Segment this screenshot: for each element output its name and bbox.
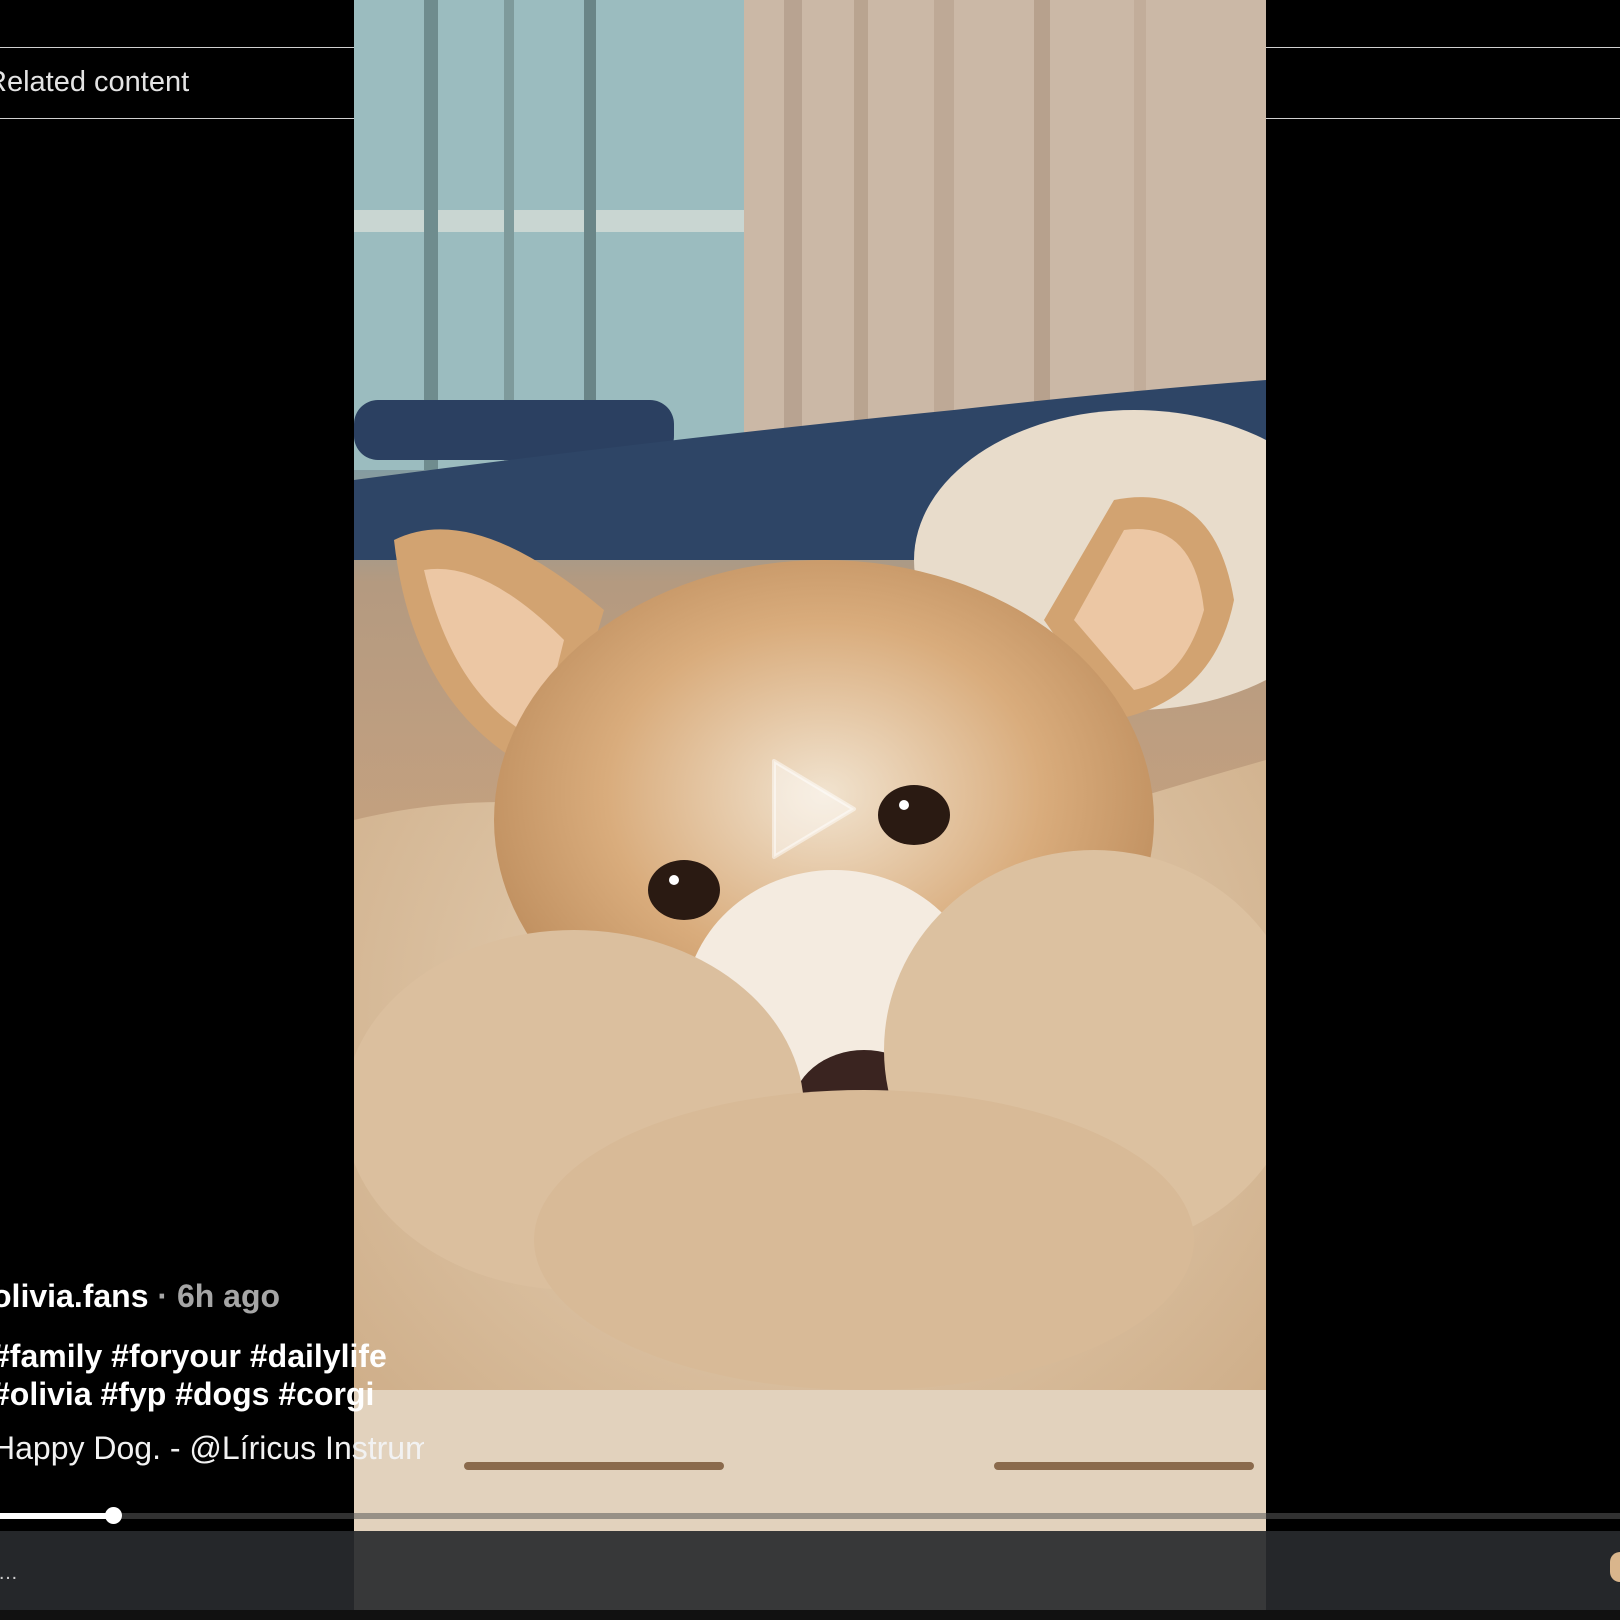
bottom-bar <box>0 1531 1620 1620</box>
video-viewer: Related content olivia.fans · 6h ago #fa… <box>0 0 1620 1620</box>
post-time: 6h ago <box>176 1278 281 1314</box>
bottom-edge <box>0 1610 1620 1620</box>
tab-related-content[interactable]: Related content <box>0 66 189 99</box>
meta-separator: · <box>157 1278 169 1314</box>
post-caption: #family #foryour #dailylife #olivia #fyp… <box>0 1337 387 1413</box>
play-icon[interactable] <box>770 757 858 861</box>
progress-handle[interactable] <box>105 1507 122 1524</box>
sound-label[interactable]: Happy Dog. - @Líricus Instrumental <box>0 1430 424 1467</box>
caption-line[interactable]: #family #foryour #dailylife <box>0 1337 387 1375</box>
caption-line[interactable]: #olivia #fyp #dogs #corgi <box>0 1375 387 1413</box>
username-link[interactable]: olivia.fans <box>0 1278 149 1314</box>
progress-fill <box>0 1513 113 1519</box>
post-meta: olivia.fans · 6h ago <box>0 1278 280 1315</box>
avatar-icon[interactable] <box>1610 1552 1620 1582</box>
more-icon[interactable]: … <box>0 1562 18 1585</box>
progress-track[interactable] <box>0 1513 1620 1519</box>
